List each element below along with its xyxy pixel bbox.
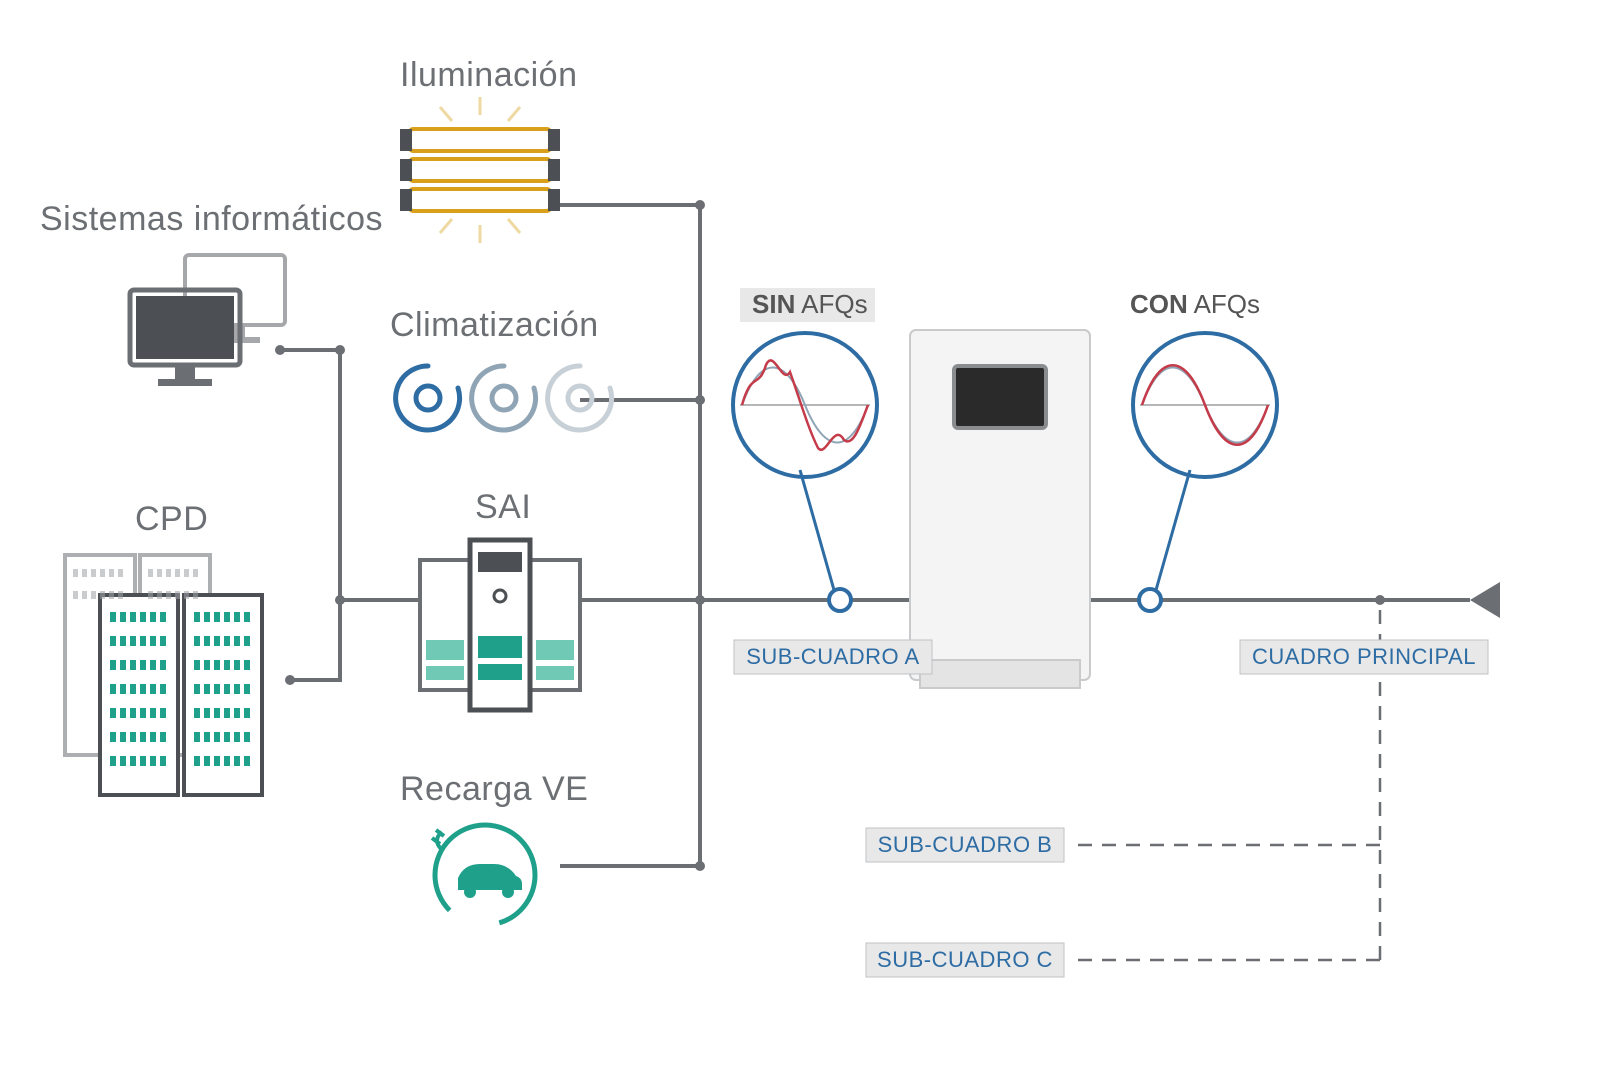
tag-cuadro-principal: CUADRO PRINCIPAL bbox=[1240, 640, 1488, 674]
tag-sub-a: SUB-CUADRO A bbox=[734, 640, 932, 674]
cpd-icon bbox=[65, 555, 262, 795]
node-sistemas bbox=[275, 345, 285, 355]
ev-icon bbox=[414, 804, 555, 945]
tag-sub-b: SUB-CUADRO B bbox=[866, 828, 1064, 862]
svg-text:SUB-CUADRO A: SUB-CUADRO A bbox=[746, 644, 919, 669]
diagram-canvas: Sistemas informáticos bbox=[0, 0, 1620, 1080]
node-sub-a bbox=[829, 589, 851, 611]
label-sai: SAI bbox=[475, 488, 531, 526]
label-climatizacion: Climatización bbox=[390, 306, 599, 344]
callout-con bbox=[1156, 470, 1190, 590]
afq-device-icon bbox=[910, 330, 1090, 688]
node-bus bbox=[695, 595, 705, 605]
svg-text:CUADRO PRINCIPAL: CUADRO PRINCIPAL bbox=[1252, 644, 1476, 669]
label-con-afqs-box: CON AFQs bbox=[1130, 289, 1260, 319]
waveform-con-icon bbox=[1133, 333, 1277, 477]
label-con-afqs: CON AFQs bbox=[1130, 289, 1260, 319]
arrowhead-main bbox=[1470, 582, 1500, 618]
label-iluminacion: Iluminación bbox=[400, 56, 577, 94]
ups-icon bbox=[420, 540, 580, 710]
label-cpd: CPD bbox=[135, 500, 208, 538]
tag-sub-c: SUB-CUADRO C bbox=[866, 943, 1064, 977]
label-recarga: Recarga VE bbox=[400, 770, 588, 808]
label-sistemas: Sistemas informáticos bbox=[40, 200, 383, 238]
hvac-icon bbox=[396, 366, 612, 430]
node-dashed-top bbox=[1375, 595, 1385, 605]
node-con bbox=[1139, 589, 1161, 611]
monitors-icon bbox=[130, 255, 285, 386]
svg-text:SUB-CUADRO C: SUB-CUADRO C bbox=[877, 947, 1053, 972]
label-sin-afqs-box: SIN AFQs bbox=[740, 288, 875, 322]
waveform-sin-icon bbox=[733, 333, 877, 477]
spur-cpd bbox=[290, 600, 340, 680]
callout-sin bbox=[800, 470, 834, 590]
svg-text:SUB-CUADRO B: SUB-CUADRO B bbox=[878, 832, 1053, 857]
node-cpd bbox=[285, 675, 295, 685]
label-sin-afqs: SIN AFQs bbox=[752, 289, 868, 319]
node-left-top bbox=[335, 345, 345, 355]
lighting-icon bbox=[400, 97, 560, 243]
